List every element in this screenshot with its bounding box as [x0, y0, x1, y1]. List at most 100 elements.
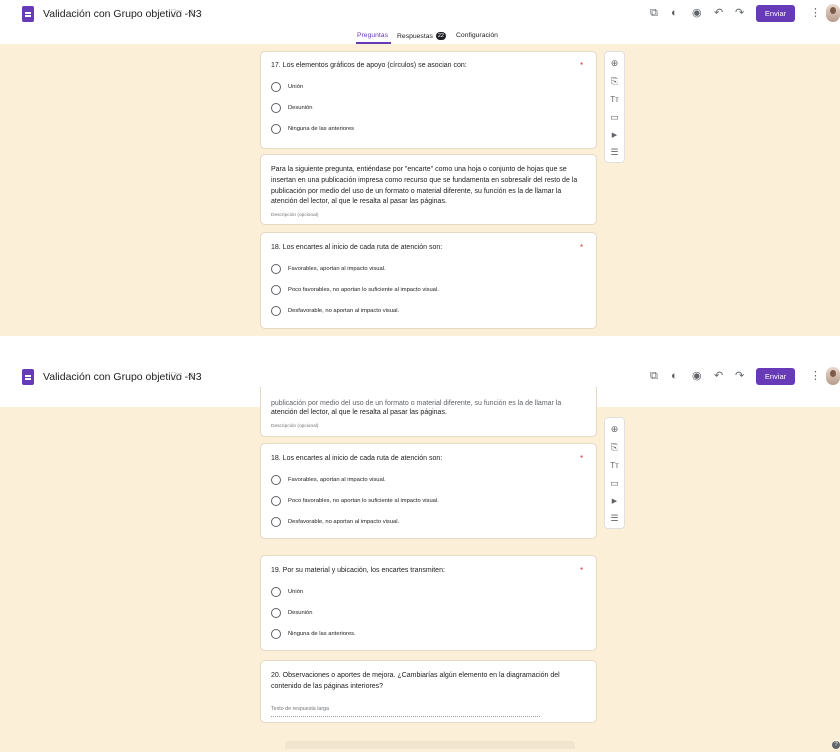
- question-title[interactable]: 19. Por su material y ubicación, los enc…: [271, 567, 445, 574]
- more-vert-icon[interactable]: ⋮: [810, 370, 821, 382]
- undo-icon[interactable]: ↶: [714, 7, 723, 19]
- option-label: Desfavorable, no aportan al impacto visu…: [288, 307, 400, 314]
- avatar[interactable]: [826, 367, 840, 385]
- option-label: Unión: [288, 588, 304, 595]
- palette-icon[interactable]: ◐: [671, 370, 678, 382]
- question-title-line-2[interactable]: contenido de las páginas interiores?: [271, 683, 383, 690]
- add-title-icon[interactable]: Tт: [605, 94, 624, 105]
- form-canvas: 17. Los elementos gráficos de apoyo (cír…: [0, 44, 840, 336]
- folder-icon[interactable]: 🗀: [171, 8, 182, 20]
- description-card[interactable]: Para la siguiente pregunta, entiéndase p…: [260, 154, 597, 225]
- bottom-bar: [285, 741, 575, 749]
- description-hint[interactable]: Descripción (opcional): [271, 213, 318, 218]
- forms-logo-icon[interactable]: [22, 6, 34, 22]
- question-card-17[interactable]: 17. Los elementos gráficos de apoyo (cír…: [260, 51, 597, 149]
- question-card-20[interactable]: 20. Observaciones o aportes de mejora. ¿…: [260, 660, 597, 723]
- radio-option[interactable]: Unión: [271, 81, 303, 92]
- required-asterisk: *: [580, 454, 584, 463]
- radio-option[interactable]: Desfavorable, no aportan al impacto visu…: [271, 305, 399, 316]
- undo-icon[interactable]: ↶: [714, 370, 723, 382]
- option-label: Favorables, aportan al impacto visual.: [288, 265, 386, 272]
- description-hint[interactable]: Descripción (opcional): [271, 424, 318, 429]
- radio-button[interactable]: [271, 495, 281, 506]
- radio-button[interactable]: [271, 263, 281, 274]
- screenshot-bottom: Validación con Grupo objetivo -N3 🗀 ☆ ⧉ …: [0, 363, 840, 752]
- add-image-icon[interactable]: ▭: [605, 478, 624, 489]
- question-title[interactable]: 18. Los encartes al inicio de cada ruta …: [271, 455, 442, 462]
- send-button[interactable]: Enviar: [756, 368, 795, 385]
- tab-settings[interactable]: Configuración: [456, 32, 498, 39]
- form-canvas: publicación por medio del uso de un form…: [0, 387, 840, 752]
- add-section-icon[interactable]: ☰: [605, 513, 624, 524]
- import-questions-icon[interactable]: ⎘: [605, 442, 624, 453]
- question-card-19[interactable]: 19. Por su material y ubicación, los enc…: [260, 555, 597, 651]
- radio-button[interactable]: [271, 123, 281, 134]
- question-card-18[interactable]: 18. Los encartes al inicio de cada ruta …: [260, 443, 597, 539]
- radio-option[interactable]: Favorables, aportan al impacto visual.: [271, 263, 386, 274]
- redo-icon[interactable]: ↷: [735, 7, 744, 19]
- radio-button[interactable]: [271, 607, 281, 618]
- screenshot-top: Validación con Grupo objetivo -N3 🗀 ☆ ⧉ …: [0, 0, 840, 336]
- preview-eye-icon[interactable]: ◉: [692, 7, 702, 19]
- question-title[interactable]: 17. Los elementos gráficos de apoyo (cír…: [271, 62, 467, 69]
- description-text-partial[interactable]: atención del lector, al que le resalta a…: [271, 408, 589, 419]
- add-video-icon[interactable]: ▶: [605, 496, 624, 507]
- radio-option[interactable]: Desunión: [271, 607, 313, 618]
- avatar[interactable]: [826, 4, 840, 22]
- add-question-icon[interactable]: ⊕: [605, 58, 624, 69]
- radio-button[interactable]: [271, 586, 281, 597]
- responses-count-badge: 22: [435, 32, 446, 40]
- import-questions-icon[interactable]: ⎘: [605, 76, 624, 87]
- star-icon[interactable]: ☆: [187, 371, 197, 383]
- tab-questions[interactable]: Preguntas: [357, 32, 388, 39]
- redo-icon[interactable]: ↷: [735, 370, 744, 382]
- radio-button[interactable]: [271, 81, 281, 92]
- add-question-icon[interactable]: ⊕: [605, 424, 624, 435]
- radio-option[interactable]: Unión: [271, 586, 303, 597]
- tab-responses-label: Respuestas: [397, 32, 433, 40]
- more-vert-icon[interactable]: ⋮: [810, 7, 821, 19]
- required-asterisk: *: [580, 61, 584, 70]
- option-label: Poco favorables, no aportan lo suficient…: [288, 286, 439, 293]
- addon-icon[interactable]: ⧉: [650, 370, 658, 382]
- radio-option[interactable]: Ninguna de las anteriores: [271, 123, 354, 134]
- radio-button[interactable]: [271, 284, 281, 295]
- folder-icon[interactable]: 🗀: [171, 371, 182, 383]
- radio-option[interactable]: Poco favorables, no aportan lo suficient…: [271, 495, 439, 506]
- option-label: Ninguna de las anteriores: [288, 125, 355, 132]
- description-text-partial[interactable]: publicación por medio del uso de un form…: [271, 399, 589, 408]
- send-button[interactable]: Enviar: [756, 5, 795, 22]
- add-title-icon[interactable]: Tт: [605, 460, 624, 471]
- help-icon[interactable]: ?: [832, 741, 840, 749]
- radio-option[interactable]: Desfavorable, no aportan al impacto visu…: [271, 516, 399, 527]
- addon-icon[interactable]: ⧉: [650, 7, 658, 19]
- radio-option[interactable]: Desunión: [271, 102, 313, 113]
- option-label: Ninguna de las anteriores.: [288, 630, 356, 637]
- palette-icon[interactable]: ◐: [671, 7, 678, 19]
- add-image-icon[interactable]: ▭: [605, 112, 624, 123]
- question-title-line-1[interactable]: 20. Observaciones o aportes de mejora. ¿…: [271, 672, 560, 679]
- tab-bar: Preguntas Respuestas22 Configuración: [0, 28, 840, 44]
- description-text[interactable]: Para la siguiente pregunta, entiéndase p…: [271, 165, 589, 208]
- radio-button[interactable]: [271, 516, 281, 527]
- preview-eye-icon[interactable]: ◉: [692, 370, 702, 382]
- radio-button[interactable]: [271, 628, 281, 639]
- add-video-icon[interactable]: ▶: [605, 130, 624, 141]
- radio-option[interactable]: Favorables, aportan al impacto visual.: [271, 474, 386, 485]
- description-card[interactable]: publicación por medio del uso de un form…: [260, 387, 597, 437]
- add-section-icon[interactable]: ☰: [605, 147, 624, 158]
- radio-option[interactable]: Poco favorables, no aportan lo suficient…: [271, 284, 439, 295]
- tab-responses[interactable]: Respuestas22: [397, 32, 446, 40]
- option-label: Desunión: [288, 609, 313, 616]
- radio-button[interactable]: [271, 305, 281, 316]
- radio-option[interactable]: Ninguna de las anteriores.: [271, 628, 356, 639]
- radio-button[interactable]: [271, 102, 281, 113]
- forms-logo-icon[interactable]: [22, 369, 34, 385]
- question-card-18[interactable]: 18. Los encartes al inicio de cada ruta …: [260, 232, 597, 329]
- radio-button[interactable]: [271, 474, 281, 485]
- star-icon[interactable]: ☆: [187, 8, 197, 20]
- floating-toolbar: ⊕ ⎘ Tт ▭ ▶ ☰: [604, 51, 625, 163]
- required-asterisk: *: [580, 566, 584, 575]
- long-answer-field[interactable]: Texto de respuesta larga: [271, 706, 540, 717]
- question-title[interactable]: 18. Los encartes al inicio de cada ruta …: [271, 244, 442, 251]
